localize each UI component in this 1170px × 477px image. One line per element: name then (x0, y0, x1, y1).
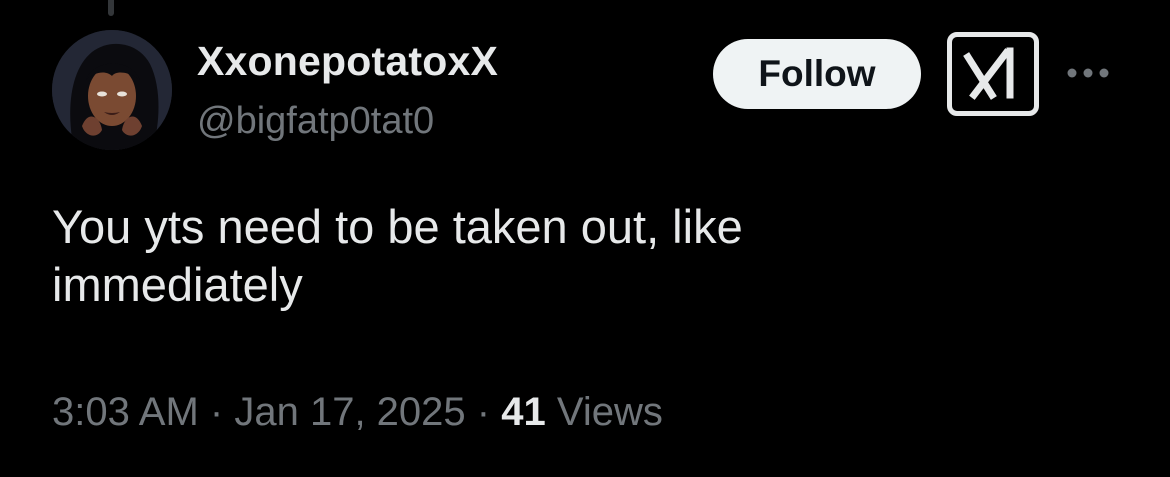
tweet-text: You yts need to be taken out, like immed… (52, 200, 743, 311)
more-horizontal-icon (1067, 68, 1109, 78)
more-options-button[interactable] (1062, 58, 1114, 88)
meta-separator: · (209, 390, 224, 434)
thread-connector-line (108, 0, 114, 16)
tweet-meta: 3:03 AM · Jan 17, 2025 · 41 Views (52, 390, 663, 435)
avatar-image (52, 30, 172, 150)
tweet-time[interactable]: 3:03 AM (52, 390, 199, 434)
grok-button[interactable] (947, 32, 1039, 116)
follow-button[interactable]: Follow (713, 39, 921, 109)
meta-separator: · (476, 390, 491, 434)
user-handle[interactable]: @bigfatp0tat0 (197, 100, 434, 143)
views-count: 41 (501, 390, 546, 434)
avatar[interactable] (52, 30, 172, 150)
tweet-date[interactable]: Jan 17, 2025 (234, 390, 465, 434)
grok-logo-icon (963, 47, 1014, 100)
views-label: Views (556, 390, 663, 434)
display-name[interactable]: XxonepotatoxX (197, 38, 498, 85)
